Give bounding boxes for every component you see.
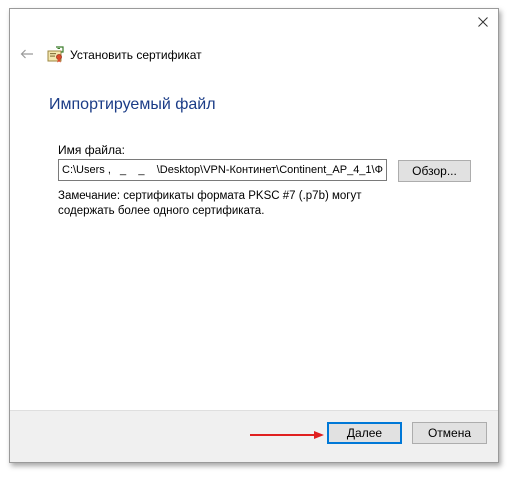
wizard-footer: Далее Отмена: [10, 410, 498, 462]
next-button[interactable]: Далее: [327, 422, 402, 444]
back-arrow-icon: [20, 49, 33, 59]
close-button[interactable]: [468, 9, 498, 35]
wizard-title: Установить сертификат: [47, 46, 202, 64]
certificate-import-wizard-window: Установить сертификат Импортируемый файл…: [9, 8, 499, 463]
format-note: Замечание: сертификаты формата PKSC #7 (…: [58, 190, 362, 217]
cancel-button[interactable]: Отмена: [412, 422, 487, 444]
wizard-title-text: Установить сертификат: [70, 48, 202, 62]
file-name-input[interactable]: [58, 159, 387, 181]
file-name-label: Имя файла:: [58, 143, 125, 157]
page-heading: Импортируемый файл: [49, 96, 216, 113]
certificate-icon: [47, 46, 64, 63]
close-icon: [478, 17, 488, 27]
annotation-arrow: [250, 431, 324, 439]
browse-button[interactable]: Обзор...: [398, 160, 471, 182]
back-button[interactable]: [18, 47, 36, 61]
